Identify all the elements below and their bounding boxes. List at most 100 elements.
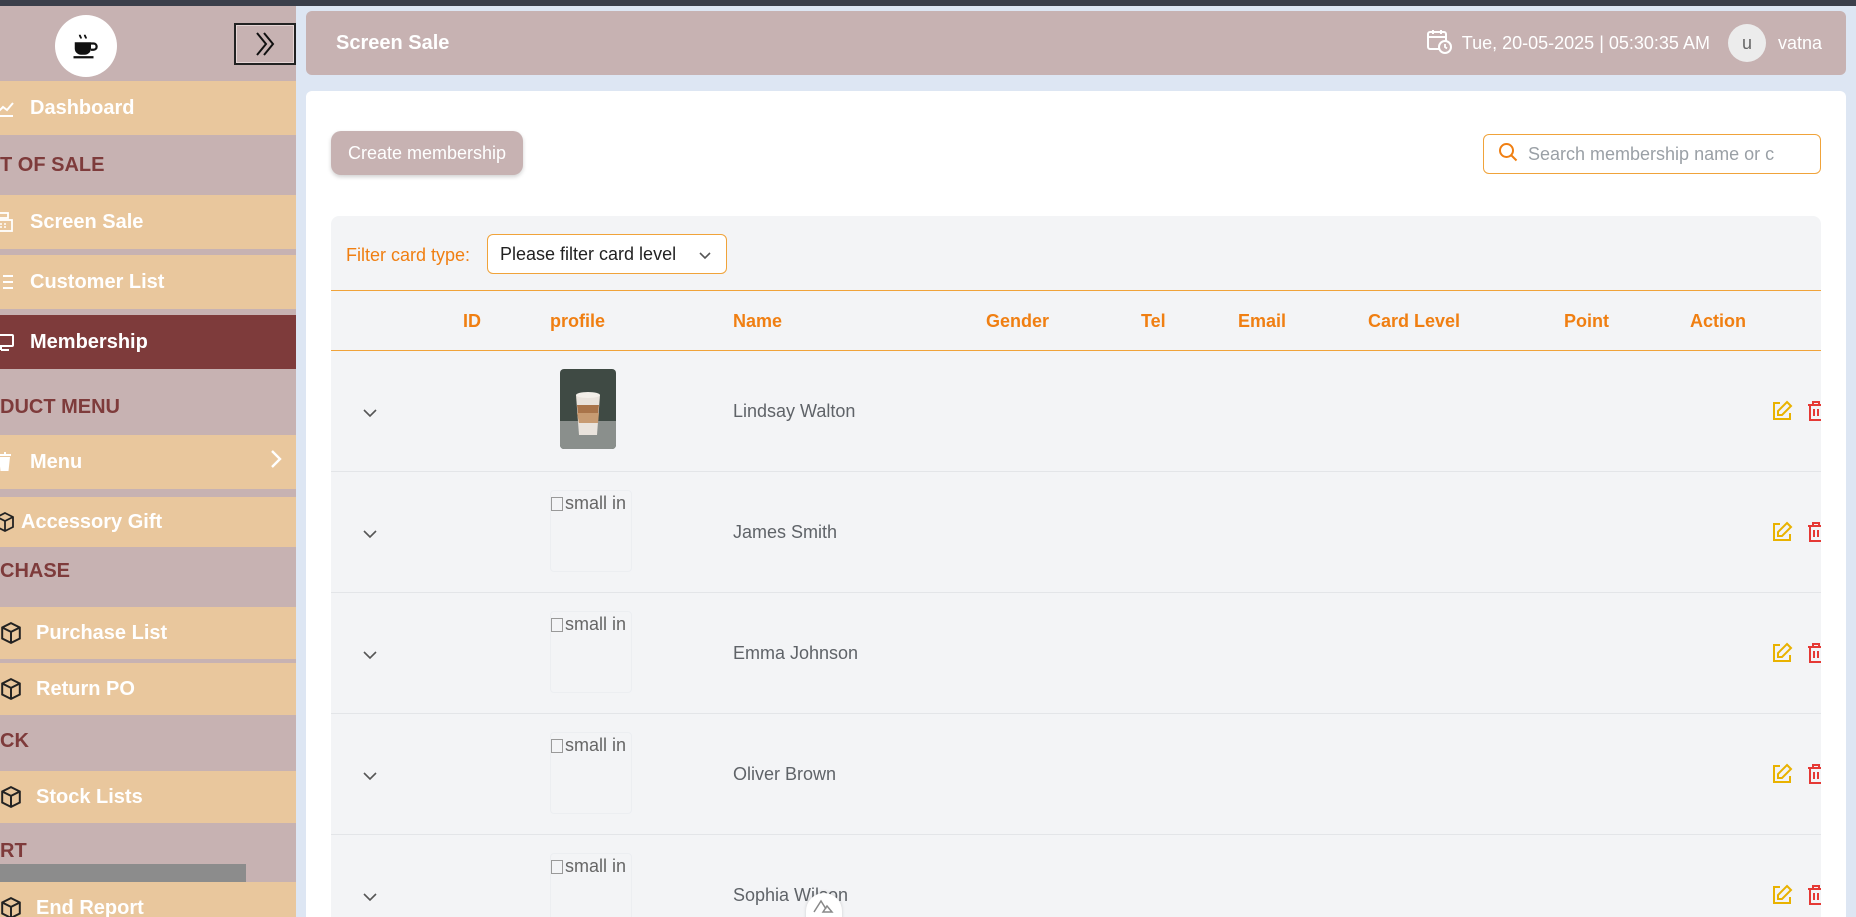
sidebar-item-return-po[interactable]: Return PO (0, 663, 296, 715)
section-label: CK (0, 729, 29, 752)
sidebar-item-label: Return PO (36, 677, 135, 700)
user-avatar[interactable]: u (1727, 24, 1766, 62)
section-label: RT (0, 839, 27, 862)
member-name: Oliver Brown (733, 764, 837, 784)
expand-row-chevron-icon[interactable] (360, 887, 380, 907)
header-right: Tue, 20-05-2025 | 05:30:35 AM u vatna (1426, 24, 1822, 62)
edit-icon[interactable] (1771, 763, 1793, 785)
edit-icon[interactable] (1771, 521, 1793, 543)
sidebar-item-label: Accessory Gift (21, 510, 163, 533)
sidebar-item-accessory-gift[interactable]: Accessory Gift (0, 497, 296, 547)
coffee-logo-icon (55, 15, 117, 77)
column-header-point: Point (1564, 311, 1609, 331)
membership-table-panel: Filter card type: Please filter card lev… (331, 216, 1821, 917)
calendar-clock-icon (1426, 28, 1452, 59)
expand-row-chevron-icon[interactable] (360, 403, 380, 423)
sidebar-item-label: Menu (30, 450, 83, 473)
sidebar-item-label: Membership (30, 330, 148, 353)
sidebar-item-label: Dashboard (30, 96, 135, 119)
box-icon (0, 511, 16, 533)
image-alt-text: small in (565, 735, 627, 755)
sidebar-item-stock-lists[interactable]: Stock Lists (0, 771, 296, 823)
sidebar-item-customer-list[interactable]: Customer List (0, 255, 296, 309)
delete-icon[interactable] (1805, 884, 1821, 906)
chevron-right-icon (270, 449, 282, 475)
expand-row-chevron-icon[interactable] (360, 766, 380, 786)
filter-label: Filter card type: (346, 245, 471, 265)
member-name: Emma Johnson (733, 643, 859, 663)
sidebar-item-label: Screen Sale (30, 210, 144, 233)
chart-line-icon (0, 97, 16, 119)
image-alt-text: small in (565, 614, 627, 634)
delete-icon[interactable] (1805, 521, 1821, 543)
search-box[interactable] (1483, 134, 1821, 174)
sidebar-item-screen-sale[interactable]: Screen Sale (0, 195, 296, 249)
image-alt-text: small in (565, 856, 627, 876)
delete-icon[interactable] (1805, 642, 1821, 664)
table-row: small in Sophia Wilson (331, 835, 1821, 917)
sidebar-item-end-report[interactable]: End Report (0, 882, 296, 917)
sidebar-item-purchase-list[interactable]: Purchase List (0, 607, 296, 659)
sidebar-section-stock: CK (0, 721, 29, 761)
broken-image-icon (551, 497, 563, 511)
expand-row-chevron-icon[interactable] (360, 645, 380, 665)
sidebar: Dashboard T OF SALE Screen Sale Customer… (0, 6, 296, 917)
column-header-card-level: Card Level (1368, 311, 1461, 331)
column-header-action: Action (1690, 311, 1746, 331)
broken-image-icon (551, 860, 563, 874)
search-input[interactable] (1528, 143, 1788, 165)
table-row: Lindsay Walton (331, 351, 1821, 472)
header-datetime: Tue, 20-05-2025 | 05:30:35 AM (1461, 32, 1710, 53)
create-membership-button[interactable]: Create membership (331, 131, 523, 175)
table-header: ID profile Name Gender Tel Email Card Le… (331, 290, 1821, 351)
sidebar-item-menu[interactable]: Menu (0, 435, 296, 489)
search-icon (1498, 142, 1518, 167)
sidebar-item-dashboard[interactable]: Dashboard (0, 81, 296, 135)
card-level-filter-select[interactable]: Please filter card level (487, 234, 727, 274)
filter-selected-value: Please filter card level (500, 243, 677, 264)
section-label: DUCT MENU (0, 395, 120, 418)
section-label: T OF SALE (0, 153, 105, 176)
member-name: Lindsay Walton (733, 401, 856, 421)
edit-icon[interactable] (1771, 400, 1793, 422)
table-row: small in Emma Johnson (331, 593, 1821, 714)
edit-icon[interactable] (1771, 642, 1793, 664)
image-alt-text: small in (565, 493, 627, 513)
profile-image-broken: small in (550, 490, 632, 572)
sidebar-toggle-button[interactable] (234, 23, 296, 65)
column-header-name: Name (733, 311, 783, 331)
sidebar-section-product-menu: DUCT MENU (0, 387, 120, 427)
page-title: Screen Sale (336, 32, 450, 54)
header-username[interactable]: vatna (1778, 33, 1822, 54)
broken-image-icon (551, 739, 563, 753)
box-icon (0, 678, 22, 700)
id-card-icon (0, 331, 16, 353)
cup-icon (0, 451, 16, 473)
edit-icon[interactable] (1771, 884, 1793, 906)
list-icon (0, 271, 16, 293)
delete-icon[interactable] (1805, 400, 1821, 422)
sidebar-item-label: Purchase List (36, 621, 168, 644)
box-icon (0, 897, 22, 917)
sidebar-item-membership[interactable]: Membership (0, 315, 296, 369)
sidebar-section-point-of-sale: T OF SALE (0, 145, 104, 185)
sidebar-item-label: Customer List (30, 270, 165, 293)
delete-icon[interactable] (1805, 763, 1821, 785)
table-row: small in James Smith (331, 472, 1821, 593)
member-name: James Smith (733, 522, 838, 542)
profile-image-broken: small in (550, 853, 632, 917)
column-header-profile: profile (550, 311, 606, 331)
sidebar-section-purchase: CHASE (0, 551, 70, 591)
column-header-gender: Gender (986, 311, 1050, 331)
expand-row-chevron-icon[interactable] (360, 524, 380, 544)
nuxt-logo-icon (813, 899, 834, 913)
column-header-id: ID (463, 311, 481, 331)
sidebar-item-label: Stock Lists (36, 785, 143, 808)
main-content: Create membership Filter card type: Plea… (306, 91, 1846, 917)
sidebar-logo-row (0, 6, 296, 80)
column-header-email: Email (1238, 311, 1287, 331)
table-row: small in Oliver Brown (331, 714, 1821, 835)
profile-image-broken: small in (550, 611, 632, 693)
box-icon (0, 786, 22, 808)
broken-image-icon (551, 618, 563, 632)
